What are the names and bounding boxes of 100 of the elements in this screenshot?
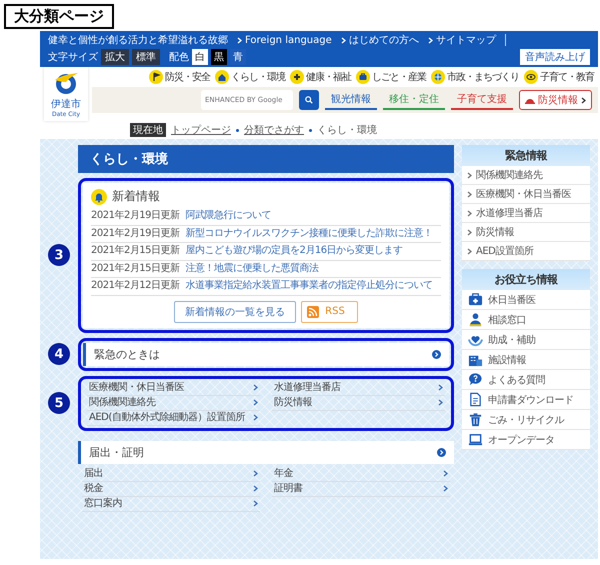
arrow-circle-icon — [437, 448, 446, 456]
sidebar-link[interactable]: 休日当番医 — [462, 290, 590, 310]
chevron-icon — [253, 384, 258, 391]
emergency-link[interactable]: 防災情報 — [272, 396, 445, 410]
annotation-number: 4 — [48, 343, 70, 365]
news-link[interactable]: 注意！地震に便乗した悪質商法 — [186, 262, 319, 275]
chevron-icon — [443, 485, 448, 492]
sidebar-link[interactable]: 防災情報 — [462, 223, 590, 242]
chevron-icon — [253, 399, 258, 406]
section-link[interactable]: 年金 — [272, 466, 450, 482]
sidebar-link[interactable]: 相談窓口 — [462, 310, 590, 330]
trash-icon — [468, 412, 483, 427]
search-button[interactable] — [299, 90, 319, 110]
chevron-icon — [438, 399, 443, 406]
nav-link[interactable]: 市政・まちづくり — [431, 70, 519, 84]
annotation-number: 5 — [48, 392, 70, 414]
bell-icon — [91, 188, 107, 204]
annotation-number: 3 — [48, 244, 70, 266]
chevron-icon — [467, 228, 472, 236]
chevron-icon — [467, 248, 472, 254]
rss-icon — [307, 306, 320, 318]
nav-link[interactable]: しごと・産業 — [356, 70, 426, 84]
chevron-icon — [340, 36, 346, 44]
emergency-header[interactable]: 緊急のときは — [83, 342, 449, 366]
color-scheme-button[interactable]: 黒 — [211, 49, 227, 65]
chevron-icon — [253, 485, 258, 492]
sidebar-link[interactable]: 申請書ダウンロード — [462, 390, 590, 410]
news-link[interactable]: 水道事業指定給水装置工事事業者の指定停止処分について — [186, 280, 433, 292]
disaster-info-button[interactable]: 防災情報 — [519, 90, 592, 110]
font-size-button[interactable]: 拡大 — [101, 49, 129, 65]
section-link[interactable]: 税金 — [82, 482, 260, 496]
news-link[interactable]: 新型コロナウイルスワクチン接種に便乗した詐欺に注意！ — [186, 228, 433, 240]
breadcrumb-link[interactable]: トップページ — [171, 123, 231, 137]
emergency-link[interactable]: AED(自動体外式除細動器）設置箇所 — [87, 410, 260, 426]
nav-link[interactable]: 健康・福祉 — [290, 70, 351, 84]
read-aloud-button[interactable]: 音声読み上げ — [520, 49, 590, 65]
news-link[interactable]: 阿武隈急行について — [186, 210, 272, 222]
color-scheme-button[interactable]: 青 — [230, 49, 246, 65]
news-date: 2021年2月19日更新 — [91, 210, 180, 222]
emergency-link[interactable]: 水道修理当番店 — [272, 380, 445, 396]
page-title: くらし・環境 — [78, 145, 454, 173]
chevron-icon — [443, 470, 448, 477]
flag-icon — [149, 70, 163, 84]
chevron-icon — [467, 210, 472, 216]
font-size-button[interactable]: 標準 — [132, 49, 160, 65]
quick-tab[interactable]: 観光情報 — [325, 90, 377, 110]
chevron-icon — [438, 384, 443, 391]
chevron-icon — [253, 500, 258, 507]
color-scheme-label: 配色 — [169, 51, 189, 64]
header-link[interactable]: はじめての方へ — [340, 33, 419, 47]
breadcrumb-link[interactable]: 分類でさがす — [244, 123, 304, 137]
header-link[interactable]: Foreign language — [237, 34, 332, 46]
news-link[interactable]: 屋内こども遊び場の定員を2月16日から変更します — [186, 245, 403, 258]
breadcrumb-label: 現在地 — [130, 123, 166, 137]
laptop-icon — [468, 432, 483, 447]
chevron-icon — [253, 470, 258, 477]
sidebar-link[interactable]: 施設情報 — [462, 350, 590, 370]
news-date: 2021年2月19日更新 — [91, 228, 180, 240]
person-icon — [468, 312, 483, 327]
sidebar-heading: お役立ち情報 — [462, 269, 590, 290]
sidebar-link[interactable]: 関係機関連絡先 — [462, 166, 590, 185]
briefcase-icon — [356, 70, 370, 84]
sidebar-link[interactable]: オープンデータ — [462, 430, 590, 450]
page-label: 大分類ページ — [4, 4, 114, 29]
emergency-title: 緊急のときは — [94, 346, 160, 362]
sidebar-link[interactable]: 医療機関・休日当番医 — [462, 185, 590, 204]
sidebar-link[interactable]: ごみ・リサイクル — [462, 410, 590, 430]
emergency-link[interactable]: 関係機関連絡先 — [87, 396, 260, 410]
section-header[interactable]: 届出・証明 — [78, 440, 454, 464]
house-icon — [215, 70, 229, 84]
news-date: 2021年2月15日更新 — [91, 245, 180, 258]
news-title: 新着情報 — [112, 188, 160, 205]
news-list-button[interactable]: 新着情報の一覧を見る — [174, 300, 296, 322]
question-icon — [468, 372, 483, 387]
eye-icon — [524, 70, 538, 84]
chevron-icon — [237, 36, 242, 44]
globe-icon — [431, 70, 445, 84]
section-link[interactable]: 届出 — [82, 466, 260, 482]
emergency-link[interactable]: 医療機関・休日当番医 — [87, 380, 260, 396]
nav-link[interactable]: くらし・環境 — [215, 70, 285, 84]
chevron-icon — [467, 172, 472, 178]
sidebar-link[interactable]: AED設置箇所 — [462, 242, 590, 261]
cross-icon — [290, 70, 304, 84]
logo-icon — [53, 71, 79, 95]
section-link[interactable]: 証明書 — [272, 482, 450, 496]
header-link[interactable]: サイトマップ — [428, 33, 496, 47]
sidebar-link[interactable]: 助成・補助 — [462, 330, 590, 350]
sidebar-link[interactable]: よくある質問 — [462, 370, 590, 390]
chevron-icon — [581, 96, 586, 104]
quick-tab[interactable]: 子育て支援 — [451, 90, 513, 110]
section-link[interactable]: 窓口案内 — [82, 496, 260, 512]
search-icon — [305, 95, 313, 105]
color-scheme-button[interactable]: 白 — [192, 49, 208, 65]
document-icon — [468, 392, 483, 407]
chevron-icon — [253, 414, 258, 421]
sidebar-heading: 緊急情報 — [462, 145, 590, 166]
breadcrumb-current: くらし・環境 — [317, 124, 377, 137]
sidebar-link[interactable]: 水道修理当番店 — [462, 204, 590, 223]
nav-link[interactable]: 防災・安全 — [149, 70, 210, 84]
nav-link[interactable]: 子育て・教育 — [524, 70, 594, 84]
